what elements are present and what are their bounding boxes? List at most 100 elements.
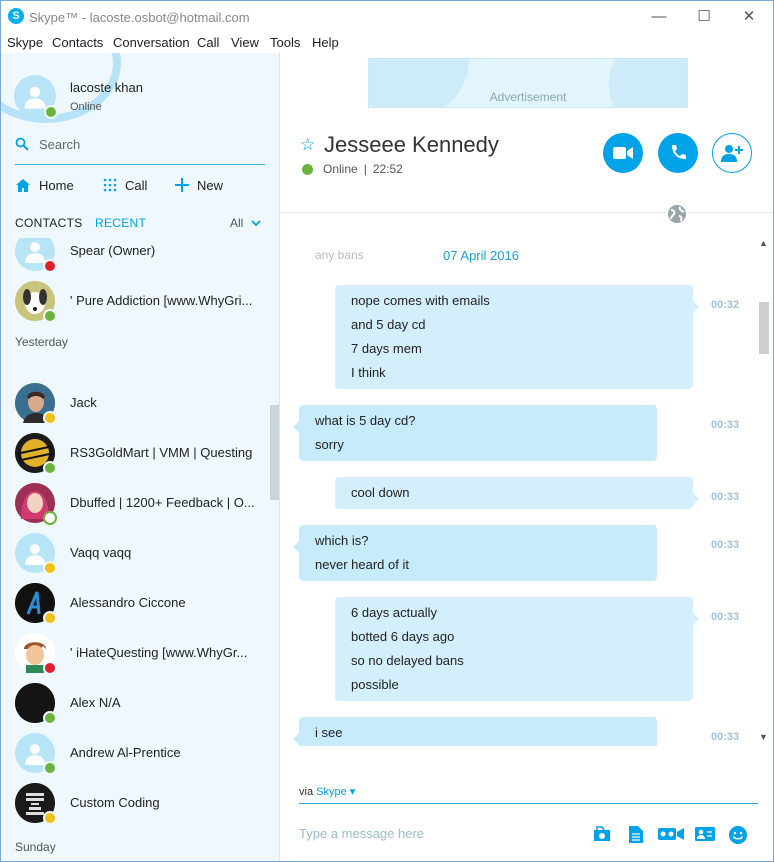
search-input[interactable] bbox=[39, 135, 259, 153]
image-icon bbox=[594, 826, 610, 841]
contact-local-time: 22:52 bbox=[372, 162, 403, 176]
message-line: nope comes with emails bbox=[351, 293, 490, 308]
message-line: never heard of it bbox=[315, 557, 409, 572]
message-bubble-sent[interactable]: nope comes with emails and 5 day cd 7 da… bbox=[335, 285, 699, 389]
list-item[interactable]: Vaqq vaqq bbox=[1, 528, 271, 578]
close-button[interactable]: ✕ bbox=[734, 7, 764, 27]
message-line: i see bbox=[315, 725, 343, 740]
menu-help[interactable]: Help bbox=[312, 35, 339, 50]
globe-icon[interactable] bbox=[666, 204, 688, 224]
status-badge bbox=[43, 661, 57, 675]
person-icon bbox=[24, 86, 46, 109]
new-button[interactable]: New bbox=[175, 175, 223, 195]
plus-icon bbox=[175, 178, 189, 192]
home-label: Home bbox=[39, 177, 74, 193]
scroll-up-icon[interactable]: ▲ bbox=[759, 238, 768, 248]
star-icon[interactable]: ☆ bbox=[300, 135, 315, 155]
message-timestamp: 00:33 bbox=[711, 611, 740, 623]
avatar bbox=[15, 733, 57, 775]
send-contacts-button[interactable] bbox=[695, 825, 715, 843]
message-line: and 5 day cd bbox=[351, 317, 426, 332]
chat-scrollbar[interactable]: ▲ ▼ bbox=[757, 236, 771, 746]
menu-conversation[interactable]: Conversation bbox=[113, 35, 190, 50]
menu-skype[interactable]: Skype bbox=[7, 35, 43, 50]
file-icon bbox=[629, 825, 643, 843]
add-contact-icon bbox=[721, 145, 743, 162]
profile-status[interactable]: Online bbox=[70, 101, 102, 113]
message-line: botted 6 days ago bbox=[351, 629, 455, 644]
filter-dropdown[interactable]: All bbox=[230, 216, 261, 230]
contact-status: Online bbox=[323, 162, 358, 176]
contact-card-icon bbox=[695, 827, 715, 841]
tab-contacts[interactable]: CONTACTS bbox=[15, 216, 83, 230]
contact-title[interactable]: Jesseee Kennedy bbox=[324, 132, 499, 158]
tab-recent[interactable]: RECENT bbox=[95, 216, 146, 230]
message-bubble-sent[interactable]: cool down bbox=[335, 477, 699, 509]
message-bubble-sent[interactable]: 6 days actually botted 6 days ago so no … bbox=[335, 597, 699, 701]
sidebar: lacoste khan Online Home Call New CONTAC… bbox=[1, 53, 280, 861]
call-label: Call bbox=[125, 177, 148, 193]
avatar bbox=[15, 433, 57, 475]
list-item[interactable]: ' Pure Addiction [www.WhyGri... bbox=[1, 276, 271, 326]
profile-name[interactable]: lacoste khan bbox=[70, 80, 143, 95]
video-message-button[interactable] bbox=[658, 825, 684, 843]
contact-status-line: Online | 22:52 bbox=[302, 162, 403, 176]
list-item[interactable]: RS3GoldMart | VMM | Questing bbox=[1, 428, 271, 478]
list-item[interactable]: ' iHateQuesting [www.WhyGr... bbox=[1, 628, 271, 678]
add-people-button[interactable] bbox=[712, 133, 752, 173]
message-bubble-received[interactable]: which is? never heard of it bbox=[293, 525, 657, 581]
contact-name: ' iHateQuesting [www.WhyGr... bbox=[70, 645, 248, 660]
skype-logo-icon: S bbox=[8, 8, 24, 24]
message-line: sorry bbox=[315, 437, 344, 452]
video-call-button[interactable] bbox=[603, 133, 643, 173]
list-item[interactable]: Spear (Owner) bbox=[1, 238, 271, 276]
skype-window: S Skype™ - lacoste.osbot@hotmail.com — ☐… bbox=[0, 0, 774, 862]
contact-list: Spear (Owner) ' Pure Addiction [www.WhyG… bbox=[1, 238, 271, 861]
status-badge bbox=[43, 461, 57, 475]
menu-contacts[interactable]: Contacts bbox=[52, 35, 103, 50]
list-item[interactable]: Andrew Al-Prentice bbox=[1, 728, 271, 778]
message-input[interactable] bbox=[299, 823, 579, 843]
message-bubble-received[interactable]: i see bbox=[293, 717, 657, 746]
bubble-tail bbox=[693, 301, 699, 313]
emoticons-button[interactable] bbox=[728, 825, 748, 845]
list-item[interactable]: Custom Coding bbox=[1, 778, 271, 828]
menu-bar: Skype Contacts Conversation Call View To… bbox=[1, 33, 773, 53]
send-media-button[interactable] bbox=[593, 825, 611, 843]
list-item[interactable]: Dbuffed | 1200+ Feedback | O... bbox=[1, 478, 271, 528]
list-item[interactable]: Jack bbox=[1, 378, 271, 428]
home-button[interactable]: Home bbox=[15, 175, 74, 195]
search-icon bbox=[15, 137, 29, 151]
message-line: 6 days actually bbox=[351, 605, 437, 620]
minimize-button[interactable]: — bbox=[644, 7, 674, 27]
section-sunday: Sunday bbox=[15, 840, 56, 854]
contact-name: Alex N/A bbox=[70, 695, 121, 710]
send-file-button[interactable] bbox=[627, 825, 645, 843]
menu-call[interactable]: Call bbox=[197, 35, 219, 50]
maximize-button[interactable]: ☐ bbox=[689, 7, 719, 27]
contact-name: Vaqq vaqq bbox=[70, 545, 132, 560]
message-timestamp: 00:33 bbox=[711, 491, 740, 503]
scroll-down-icon[interactable]: ▼ bbox=[759, 732, 768, 742]
status-badge bbox=[43, 611, 57, 625]
status-badge bbox=[43, 561, 57, 575]
voice-call-button[interactable] bbox=[658, 133, 698, 173]
call-button[interactable]: Call bbox=[103, 175, 147, 195]
avatar bbox=[15, 783, 57, 825]
status-badge bbox=[43, 411, 57, 425]
scroll-thumb[interactable] bbox=[759, 302, 769, 354]
menu-tools[interactable]: Tools bbox=[270, 35, 300, 50]
via-selector[interactable]: via Skype ▾ bbox=[299, 785, 355, 798]
menu-view[interactable]: View bbox=[231, 35, 259, 50]
home-icon bbox=[15, 178, 31, 193]
advertisement-banner[interactable]: Advertisement bbox=[368, 58, 688, 108]
status-badge bbox=[43, 761, 57, 775]
message-line: what is 5 day cd? bbox=[315, 413, 416, 428]
person-icon bbox=[25, 242, 45, 264]
message-line: possible bbox=[351, 677, 399, 692]
avatar[interactable] bbox=[14, 75, 58, 119]
list-item[interactable]: Alessandro Ciccone bbox=[1, 578, 271, 628]
sidebar-scrollbar[interactable] bbox=[270, 405, 279, 500]
message-bubble-received[interactable]: what is 5 day cd? sorry bbox=[293, 405, 657, 461]
list-item[interactable]: Alex N/A bbox=[1, 678, 271, 728]
